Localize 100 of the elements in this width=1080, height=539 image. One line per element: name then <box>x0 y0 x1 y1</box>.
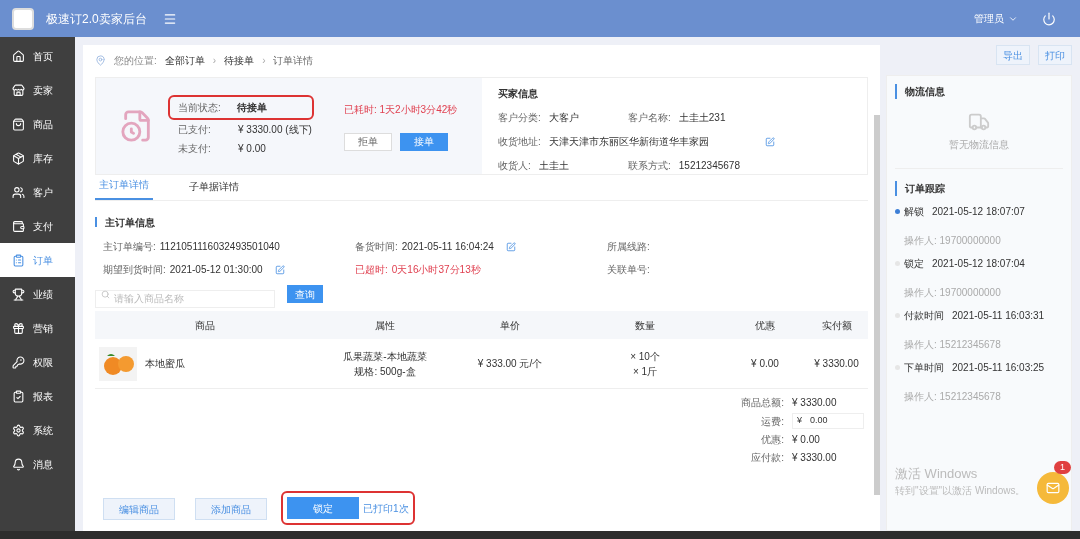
print-count: 已打印1次 <box>363 501 409 516</box>
event-name: 解锁 <box>904 205 924 219</box>
section-title: 主订单信息 <box>105 215 155 230</box>
column-header: 实付额 <box>820 318 853 333</box>
elapsed-time: 已耗时: 1天2小时3分42秒 <box>343 102 458 117</box>
field-value: 2021-05-12 01:30:00 <box>169 263 263 277</box>
power-icon[interactable] <box>1042 11 1056 26</box>
search-icon <box>101 290 110 299</box>
status-label: 当前状态: <box>178 100 221 115</box>
field-label: 收货地址: <box>498 135 541 149</box>
field-label: 关联单号: <box>607 263 650 277</box>
quantity: × 1斤 <box>631 364 659 379</box>
sidebar-item[interactable]: 客户 <box>0 175 75 209</box>
sidebar-item[interactable]: 消息 <box>0 447 75 481</box>
event-time: 2021-05-12 18:07:04 <box>932 257 1025 271</box>
trophy-icon <box>12 287 25 301</box>
operator: 操作人: 19700000000 <box>903 286 1002 300</box>
key-icon <box>12 355 25 369</box>
sidebar-item[interactable]: 营销 <box>0 311 75 345</box>
field-value: 15212345678 <box>678 159 740 173</box>
field-label: 已超时: <box>355 263 388 277</box>
store-icon <box>12 83 25 97</box>
sidebar-item[interactable]: 权限 <box>0 345 75 379</box>
sidebar-item[interactable]: 报表 <box>0 379 75 413</box>
payment-value: ¥ 3330.00 (线下) <box>238 122 312 137</box>
field-label: 期望到货时间: <box>103 263 166 277</box>
status-value: 待接单 <box>236 100 267 115</box>
report-icon <box>12 389 25 403</box>
sidebar-item[interactable]: 首页 <box>0 39 75 73</box>
logo-icon <box>12 7 34 30</box>
sidebar-item[interactable]: 订单 <box>0 243 75 277</box>
field-label: 收货人: <box>498 159 531 173</box>
discount: ¥ 0.00 <box>750 357 780 371</box>
breadcrumb-link[interactable]: 全部订单 <box>164 52 205 68</box>
app-title: 极速订2.0卖家后台 <box>46 10 147 28</box>
field-label: 客户名称: <box>628 111 671 125</box>
field-value: 土圭土 <box>538 159 569 173</box>
menu-icon[interactable] <box>162 11 177 26</box>
activation-title: 激活 Windows <box>895 464 979 483</box>
payment-label: 未支付: <box>178 141 212 156</box>
clipboard-icon <box>12 253 25 267</box>
bell-icon <box>12 457 25 471</box>
field-label: 主订单编号: <box>103 240 156 254</box>
sidebar-item[interactable]: 商品 <box>0 107 75 141</box>
sidebar-item[interactable]: 库存 <box>0 141 75 175</box>
breadcrumb-separator: › <box>212 53 217 68</box>
field-label: 所属线路: <box>607 240 650 254</box>
field-label: 联系方式: <box>628 159 671 173</box>
total-label: 应付款: <box>750 451 784 465</box>
product-attribute: 规格: 500g-盒 <box>353 364 417 379</box>
field-label: 备货时间: <box>355 240 398 254</box>
box-icon <box>12 151 25 165</box>
edit-icon[interactable] <box>764 136 775 147</box>
reject-button[interactable]: 拒单 <box>343 132 392 151</box>
event-time: 2021-05-11 16:03:25 <box>952 361 1045 375</box>
mail-icon <box>1046 481 1060 495</box>
payment-value: ¥ 0.00 <box>238 141 266 156</box>
quantity: × 10个 <box>629 349 661 364</box>
product-name: 本地蜜瓜 <box>145 357 185 371</box>
breadcrumb-separator: › <box>262 53 266 68</box>
field-label: 客户分类: <box>498 111 541 125</box>
field-value: 1121051116032493501040 <box>159 240 280 254</box>
operator: 操作人: 19700000000 <box>903 234 1002 248</box>
gift-icon <box>12 321 25 335</box>
sidebar-item[interactable]: 系统 <box>0 413 75 447</box>
field-value: 2021-05-11 16:04:24 <box>401 240 494 254</box>
total-value: ¥ 0.00 <box>792 433 821 447</box>
shipping-fee-field[interactable]: ¥ 0.00 <box>792 413 864 429</box>
breadcrumb-link[interactable]: 订单详情 <box>273 52 314 68</box>
event-time: 2021-05-12 18:07:07 <box>932 205 1025 219</box>
column-header: 单价 <box>499 318 521 333</box>
column-header: 优惠 <box>754 318 776 333</box>
notification-badge: 1 <box>1054 460 1071 474</box>
event-time: 2021-05-11 16:03:31 <box>952 309 1045 323</box>
field-value: 0天16小时37分13秒 <box>391 263 481 277</box>
edit-icon[interactable] <box>274 264 285 275</box>
unit-price: ¥ 333.00 元/个 <box>476 357 544 371</box>
breadcrumb-link[interactable]: 待接单 <box>224 52 255 68</box>
users-icon <box>12 185 25 199</box>
sidebar-item[interactable]: 业绩 <box>0 277 75 311</box>
field-value: 天津天津市东丽区华新街道华丰家园 <box>548 135 709 149</box>
chat-button[interactable] <box>1037 472 1069 504</box>
sidebar-item[interactable]: 支付 <box>0 209 75 243</box>
tab[interactable]: 子单据详情 <box>185 179 243 200</box>
operator: 操作人: 15212345678 <box>903 390 1002 404</box>
settings-icon <box>12 423 25 437</box>
event-name: 付款时间 <box>904 309 944 323</box>
column-header: 商品 <box>194 318 216 333</box>
bag-icon <box>12 117 25 131</box>
wallet-icon <box>12 219 25 233</box>
total-label: 商品总额: <box>740 396 784 410</box>
total-value: ¥ 3330.00 <box>792 451 838 465</box>
total-value: ¥ 3330.00 <box>792 396 838 410</box>
total-label: 运费: <box>760 414 784 429</box>
edit-icon[interactable] <box>505 241 516 252</box>
event-name: 下单时间 <box>904 361 944 375</box>
sidebar-item[interactable]: 卖家 <box>0 73 75 107</box>
melon-photo-drawing <box>99 346 137 381</box>
tab[interactable]: 主订单详情 <box>95 177 153 200</box>
empty-message: 暂无物流信息 <box>949 138 1009 152</box>
